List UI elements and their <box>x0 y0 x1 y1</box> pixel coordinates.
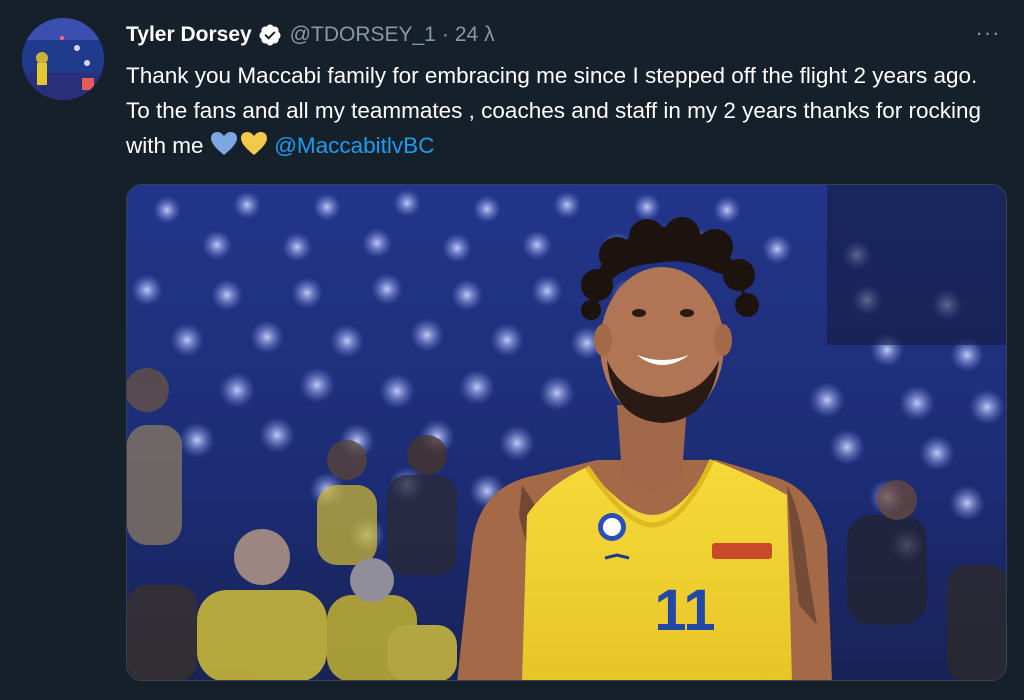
tweet-text: Thank you Maccabi family for embracing m… <box>126 58 1006 163</box>
yellow-heart-icon <box>240 132 267 155</box>
tweet-photo[interactable]: 11 <box>126 184 1007 681</box>
avatar[interactable] <box>22 18 104 100</box>
user-handle[interactable]: @TDORSEY_1 <box>290 23 436 47</box>
blue-heart-icon <box>210 132 237 155</box>
separator-dot: · <box>441 23 449 46</box>
avatar-photo <box>22 18 104 100</box>
mention-link[interactable]: @MaccabitlvBC <box>274 133 434 158</box>
more-options-icon[interactable]: ··· <box>970 18 1006 48</box>
tweet: Tyler Dorsey @TDORSEY_1 · 24 λ ··· Thank… <box>0 0 1024 700</box>
emoji-group <box>210 131 268 157</box>
tweet-header: Tyler Dorsey @TDORSEY_1 · 24 λ <box>126 20 495 50</box>
player-photo: 11 <box>127 185 1006 680</box>
display-name[interactable]: Tyler Dorsey <box>126 23 252 47</box>
verified-badge-icon <box>259 24 281 46</box>
jersey-number: 11 <box>654 578 715 643</box>
timestamp[interactable]: 24 λ <box>455 23 495 47</box>
